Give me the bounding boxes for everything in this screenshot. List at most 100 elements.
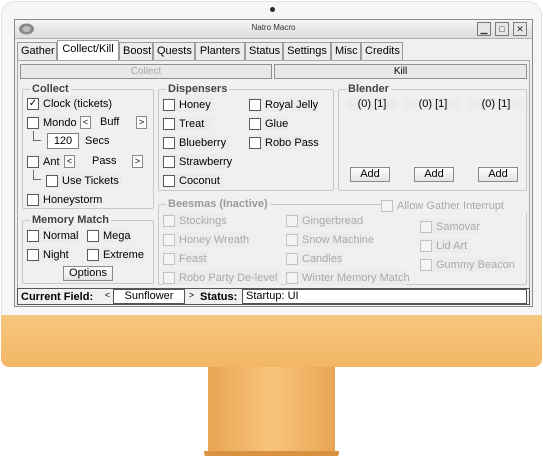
clock-label: Clock (tickets) [43, 97, 113, 110]
close-button[interactable]: ✕ [513, 22, 527, 36]
collect-group-title: Collect [30, 83, 71, 95]
night-checkbox[interactable]: Night [27, 247, 69, 262]
chevron-right-icon: > [134, 156, 141, 166]
tab-credits[interactable]: Credits [361, 42, 403, 60]
field-prev-button[interactable]: < [102, 290, 113, 303]
winter-memory-match-checkbox[interactable]: Winter Memory Match [286, 270, 410, 285]
dispensers-group: Dispensers Honey Royal Jelly Treat Glue … [158, 83, 334, 191]
feast-checkbox[interactable]: Feast [163, 251, 209, 266]
stockings-checkbox[interactable]: Stockings [163, 213, 227, 228]
lid-art-label: Lid Art [436, 239, 468, 252]
treat-label: Treat [179, 117, 205, 130]
lid-art-checkbox[interactable]: Lid Art [420, 238, 470, 253]
robo-pass-checkbox[interactable]: Robo Pass [249, 135, 319, 150]
tab-collect-kill[interactable]: Collect/Kill [57, 40, 119, 61]
tree-connector [33, 131, 41, 141]
blender-add-button-1[interactable]: Add [350, 167, 390, 182]
chevron-left-icon: < [82, 117, 89, 127]
checkbox-box [163, 214, 175, 227]
ant-checkbox[interactable]: Ant [27, 154, 61, 169]
honey-checkbox[interactable]: Honey [163, 97, 213, 112]
field-next-button[interactable]: > [186, 290, 197, 303]
checkbox-box [46, 174, 58, 187]
ant-option-label: Pass [92, 155, 117, 167]
checkbox-box [27, 229, 39, 242]
checkmark-icon: ✓ [27, 97, 39, 110]
strawberry-checkbox[interactable]: Strawberry [163, 154, 232, 169]
checkbox-box [163, 136, 175, 149]
honey-wreath-checkbox[interactable]: Honey Wreath [163, 232, 249, 247]
mega-checkbox[interactable]: Mega [87, 228, 131, 243]
tab-planters[interactable]: Planters [195, 42, 245, 60]
minimize-button[interactable]: ▁ [477, 22, 491, 36]
blueberry-label: Blueberry [179, 136, 227, 149]
ant-prev-button[interactable]: < [64, 155, 75, 168]
tab-boost[interactable]: Boost [119, 42, 153, 60]
gummy-beacon-checkbox[interactable]: Gummy Beacon [420, 257, 515, 272]
blueberry-checkbox[interactable]: Blueberry [163, 135, 229, 150]
snow-machine-checkbox[interactable]: Snow Machine [286, 232, 374, 247]
checkbox-box [286, 233, 298, 246]
candles-label: Candles [302, 252, 343, 265]
blender-slot-3: (0) [1] [468, 98, 524, 110]
camera-dot [270, 7, 275, 12]
normal-checkbox[interactable]: Normal [27, 228, 79, 243]
chevron-right-icon: > [138, 117, 145, 127]
tab-gather[interactable]: Gather [17, 42, 57, 60]
tab-misc[interactable]: Misc [331, 42, 361, 60]
checkbox-box [27, 248, 39, 261]
mondo-secs-input[interactable]: 120 [47, 133, 79, 149]
checkbox-box [163, 117, 175, 130]
allow-gather-interrupt-checkbox[interactable]: Allow Gather Interrupt [381, 198, 527, 213]
mondo-option-label: Buff [100, 116, 120, 128]
clock-checkbox[interactable]: ✓ Clock (tickets) [27, 96, 113, 111]
mondo-next-button[interactable]: > [136, 116, 147, 129]
mondo-checkbox[interactable]: Mondo [27, 115, 77, 130]
window-title: Natro Macro [251, 23, 296, 32]
kill-toggle-button[interactable]: Kill [274, 64, 527, 79]
monitor-chin [1, 315, 542, 367]
ant-next-button[interactable]: > [132, 155, 143, 168]
checkbox-box [286, 252, 298, 265]
tab-status[interactable]: Status [245, 42, 283, 60]
status-bar: Current Field: < Sunflower > Status: Sta… [17, 288, 530, 305]
use-tickets-checkbox[interactable]: Use Tickets [46, 173, 122, 188]
tab-settings[interactable]: Settings [283, 42, 331, 60]
blender-add-button-3[interactable]: Add [478, 167, 518, 182]
screen-bezel: Natro Macro ▁ □ ✕ Gather Collect/Kill Bo… [1, 1, 542, 315]
checkbox-box [249, 98, 261, 111]
glue-label: Glue [265, 117, 289, 130]
royal-jelly-checkbox[interactable]: Royal Jelly [249, 97, 319, 112]
mondo-prev-button[interactable]: < [80, 116, 91, 129]
coconut-label: Coconut [179, 174, 220, 187]
robo-party-checkbox[interactable]: Robo Party De-level [163, 270, 281, 285]
snow-machine-label: Snow Machine [302, 233, 375, 246]
blender-add-button-2[interactable]: Add [414, 167, 454, 182]
honey-label: Honey [179, 98, 211, 111]
tab-quests[interactable]: Quests [153, 42, 195, 60]
treat-checkbox[interactable]: Treat [163, 116, 213, 131]
samovar-checkbox[interactable]: Samovar [420, 219, 480, 234]
checkbox-box [420, 220, 432, 233]
ant-label: Ant [43, 155, 60, 168]
stockings-label: Stockings [179, 214, 227, 227]
checkbox-box [163, 98, 175, 111]
honeystorm-checkbox[interactable]: Honeystorm [27, 192, 102, 207]
extreme-checkbox[interactable]: Extreme [87, 247, 145, 262]
extreme-label: Extreme [103, 248, 144, 261]
coconut-checkbox[interactable]: Coconut [163, 173, 223, 188]
collect-toggle-button[interactable]: Collect [20, 64, 272, 79]
options-button[interactable]: Options [63, 266, 113, 281]
checkbox-box [163, 155, 175, 168]
title-bar[interactable]: Natro Macro ▁ □ ✕ [15, 20, 532, 39]
checkbox-box [163, 271, 175, 284]
maximize-button[interactable]: □ [495, 22, 509, 36]
app-window: Natro Macro ▁ □ ✕ Gather Collect/Kill Bo… [14, 19, 533, 307]
gingerbread-checkbox[interactable]: Gingerbread [286, 213, 363, 228]
normal-label: Normal [43, 229, 79, 242]
mega-label: Mega [103, 229, 131, 242]
allow-gather-interrupt-label: Allow Gather Interrupt [397, 199, 504, 212]
mondo-label: Mondo [43, 116, 77, 129]
candles-checkbox[interactable]: Candles [286, 251, 342, 266]
glue-checkbox[interactable]: Glue [249, 116, 289, 131]
